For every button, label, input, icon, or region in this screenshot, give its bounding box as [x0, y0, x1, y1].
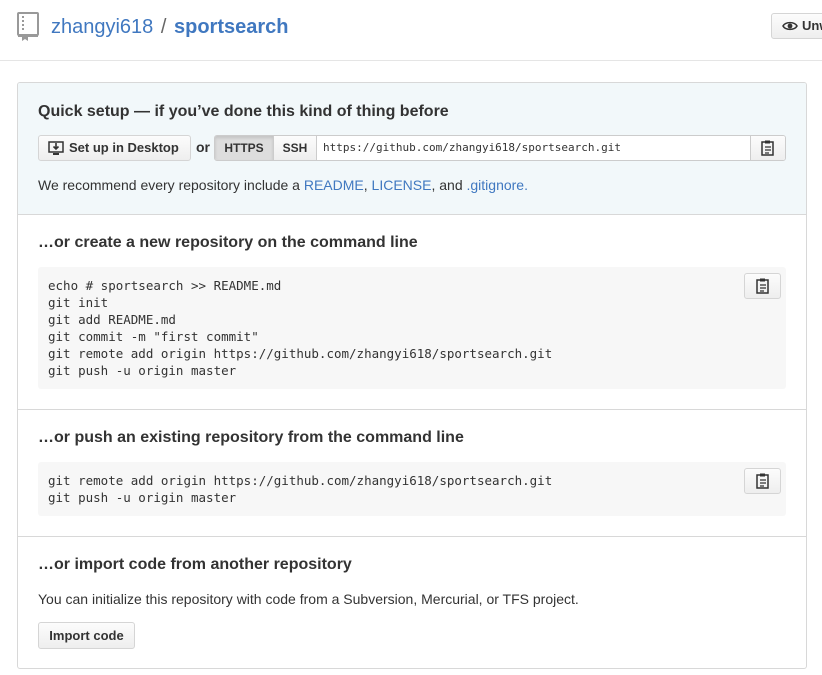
ssh-protocol-button[interactable]: SSH [274, 136, 317, 160]
import-code-button[interactable]: Import code [38, 622, 135, 649]
import-description: You can initialize this repository with … [38, 591, 579, 607]
quick-setup-section: Quick setup — if you’ve done this kind o… [18, 83, 806, 215]
section-divider [18, 409, 806, 410]
quick-setup-title: Quick setup — if you’ve done this kind o… [38, 103, 449, 120]
empty-repo-setup-box: Quick setup — if you’ve done this kind o… [17, 82, 807, 669]
clone-url-input[interactable] [317, 136, 751, 160]
create-new-code-block: echo # sportsearch >> README.md git init… [38, 267, 786, 389]
repo-path-separator: / [160, 16, 167, 38]
create-new-code[interactable]: echo # sportsearch >> README.md git init… [48, 277, 552, 379]
import-code-title: …or import code from another repository [38, 556, 352, 573]
setup-in-desktop-button[interactable]: Set up in Desktop [38, 135, 191, 161]
clipboard-icon [756, 278, 769, 294]
repo-owner-link[interactable]: zhangyi618 [51, 16, 153, 38]
unwatch-button[interactable]: Unwatch [771, 13, 822, 39]
recommend-comma: , [363, 177, 372, 193]
or-text: or [196, 139, 210, 155]
copy-push-commands-button[interactable] [744, 468, 781, 494]
push-existing-code-block: git remote add origin https://github.com… [38, 462, 786, 516]
eye-icon [782, 21, 798, 31]
https-protocol-button[interactable]: HTTPS [215, 136, 274, 160]
recommend-prefix: We recommend every repository include a [38, 177, 304, 193]
setup-in-desktop-label: Set up in Desktop [69, 140, 179, 155]
clipboard-icon [756, 473, 769, 489]
desktop-download-icon [48, 141, 64, 155]
create-new-title: …or create a new repository on the comma… [38, 234, 418, 251]
gitignore-link[interactable]: .gitignore [467, 177, 525, 193]
repo-name-link[interactable]: sportsearch [174, 16, 289, 38]
readme-link[interactable]: README [304, 177, 364, 193]
repo-title: zhangyi618 / sportsearch [51, 15, 289, 39]
recommend-period: . [524, 177, 528, 193]
repo-icon [17, 12, 41, 42]
repo-header: zhangyi618 / sportsearch Unwatch [0, 0, 822, 61]
recommend-and: , and [431, 177, 467, 193]
unwatch-label: Unwatch [802, 18, 822, 33]
recommend-text: We recommend every repository include a … [38, 177, 528, 193]
license-link[interactable]: LICENSE [372, 177, 432, 193]
section-divider [18, 536, 806, 537]
copy-clone-url-button[interactable] [750, 136, 785, 160]
push-existing-title: …or push an existing repository from the… [38, 429, 464, 446]
clipboard-icon [761, 140, 774, 156]
push-existing-code[interactable]: git remote add origin https://github.com… [48, 472, 552, 506]
clone-url-group: HTTPS SSH [214, 135, 786, 161]
copy-create-commands-button[interactable] [744, 273, 781, 299]
